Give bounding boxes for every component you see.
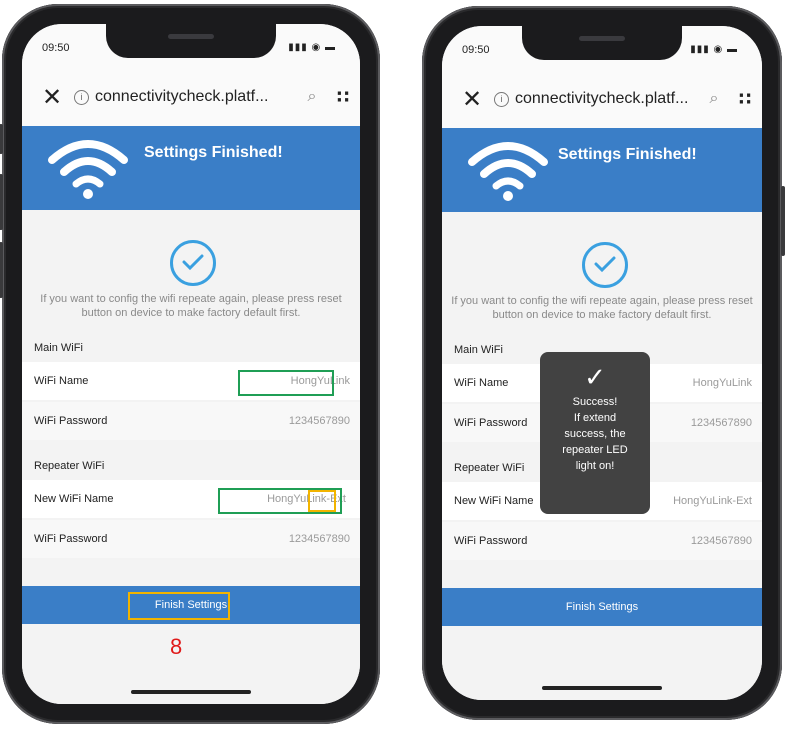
- screen: 09:50 ▮▮▮ ◉ ▬ ✕ i connectivitycheck.plat…: [22, 24, 360, 704]
- toast-line: light on!: [575, 460, 615, 472]
- home-indicator[interactable]: [542, 686, 662, 690]
- mute-switch: [0, 124, 3, 154]
- repeater-password-row: WiFi Password 1234567890: [442, 522, 762, 560]
- wifi-icon: [468, 142, 548, 201]
- new-wifi-name-value: HongYuLink-Ext: [673, 495, 752, 507]
- step-number: 8: [170, 634, 183, 659]
- close-icon[interactable]: ✕: [30, 83, 74, 112]
- wifi-password-value: 1234567890: [690, 535, 752, 547]
- status-icons: ▮▮▮ ◉ ▬: [288, 42, 336, 53]
- header-banner: Settings Finished!: [22, 126, 360, 210]
- toast-line: If extend: [573, 412, 617, 424]
- success-toast: ✓ Success! If extend success, the repeat…: [540, 352, 650, 514]
- highlight-box-finish: [128, 592, 230, 620]
- wifi-password-value: 1234567890: [288, 533, 350, 545]
- content: If you want to config the wifi repeate a…: [442, 212, 762, 700]
- wifi-icon: [48, 140, 128, 199]
- wifi-name-value: HongYuLink: [692, 377, 752, 389]
- menu-icon[interactable]: ∷: [326, 87, 360, 108]
- search-icon[interactable]: ⌕: [298, 88, 326, 106]
- browser-url-bar: ✕ i connectivitycheck.platf... ⌕ ∷: [22, 68, 360, 126]
- highlight-box-ext: [308, 490, 336, 512]
- screen: 09:50 ▮▮▮ ◉ ▬ ✕ i connectivitycheck.plat…: [442, 26, 762, 700]
- notch: [522, 26, 682, 60]
- banner-title: Settings Finished!: [558, 146, 697, 163]
- repeater-wifi-heading: Repeater WiFi: [34, 460, 105, 472]
- wifi-name-label: WiFi Name: [454, 377, 509, 389]
- phone-right: 09:50 ▮▮▮ ◉ ▬ ✕ i connectivitycheck.plat…: [422, 6, 785, 720]
- url-text[interactable]: connectivitycheck.platf...: [95, 88, 298, 106]
- toast-line: Success!: [572, 396, 618, 408]
- wifi-password-value: 1234567890: [690, 417, 752, 429]
- power-button: [781, 186, 785, 256]
- phone-left: 09:50 ▮▮▮ ◉ ▬ ✕ i connectivitycheck.plat…: [0, 4, 380, 724]
- status-icons: ▮▮▮ ◉ ▬: [690, 44, 738, 55]
- info-icon[interactable]: i: [494, 91, 509, 107]
- banner-title: Settings Finished!: [144, 144, 283, 161]
- menu-icon[interactable]: ∷: [728, 89, 762, 110]
- search-icon[interactable]: ⌕: [700, 90, 728, 108]
- toast-line: repeater LED: [562, 444, 628, 456]
- finish-settings-button[interactable]: Finish Settings: [442, 588, 762, 626]
- wifi-name-label: WiFi Name: [34, 375, 89, 387]
- content: If you want to config the wifi repeate a…: [22, 210, 360, 704]
- wifi-password-label: WiFi Password: [34, 415, 108, 427]
- notch: [106, 24, 276, 58]
- toast-line: success, the: [564, 428, 626, 440]
- info-icon[interactable]: i: [74, 89, 89, 105]
- status-time: 09:50: [42, 42, 70, 54]
- checkmark-icon: ✓: [584, 362, 606, 392]
- check-circle-icon: [582, 242, 628, 288]
- new-wifi-name-label: New WiFi Name: [34, 493, 114, 505]
- wifi-password-label: WiFi Password: [454, 535, 528, 547]
- new-wifi-name-label: New WiFi Name: [454, 495, 534, 507]
- main-wifi-heading: Main WiFi: [34, 342, 83, 354]
- wifi-password-label: WiFi Password: [34, 533, 108, 545]
- status-time: 09:50: [462, 44, 490, 56]
- reset-note: If you want to config the wifi repeate a…: [451, 295, 753, 321]
- wifi-password-value: 1234567890: [288, 415, 350, 427]
- volume-up-button: [0, 174, 3, 230]
- header-banner: Settings Finished!: [442, 128, 762, 212]
- check-circle-icon: [170, 240, 216, 286]
- wifi-password-label: WiFi Password: [454, 417, 528, 429]
- url-text[interactable]: connectivitycheck.platf...: [515, 90, 700, 108]
- volume-down-button: [0, 242, 3, 298]
- home-indicator[interactable]: [131, 690, 251, 694]
- close-icon[interactable]: ✕: [450, 85, 494, 114]
- main-wifi-password-row: WiFi Password 1234567890: [22, 402, 360, 440]
- repeater-password-row: WiFi Password 1234567890: [22, 520, 360, 558]
- browser-url-bar: ✕ i connectivitycheck.platf... ⌕ ∷: [442, 70, 762, 128]
- highlight-box: [238, 370, 334, 396]
- finish-settings-label: Finish Settings: [565, 601, 639, 613]
- reset-note: If you want to config the wifi repeate a…: [40, 293, 342, 319]
